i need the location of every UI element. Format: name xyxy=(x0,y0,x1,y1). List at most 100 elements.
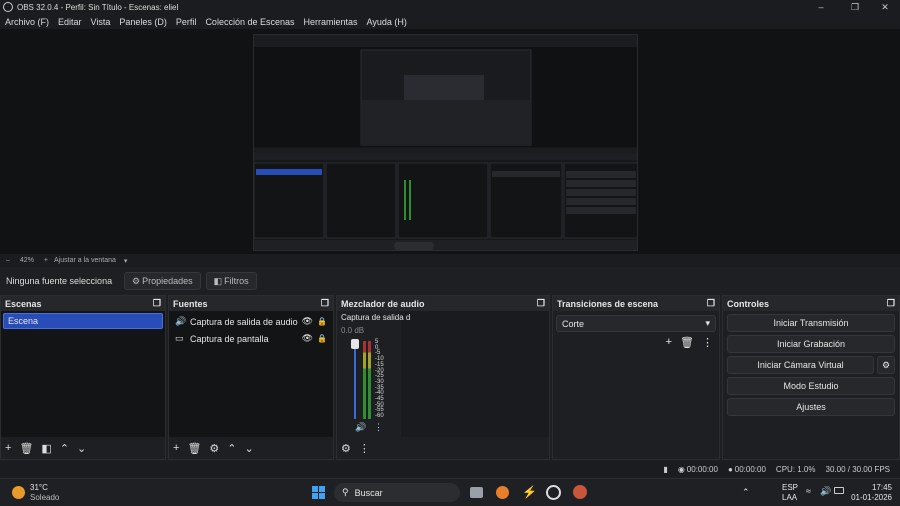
weather-desc: Soleado xyxy=(30,493,60,502)
lightning-icon[interactable]: ⚡ xyxy=(522,485,537,499)
blender-icon[interactable] xyxy=(496,486,509,499)
menu-vista[interactable]: Vista xyxy=(91,17,111,27)
source-row[interactable]: 🔊 Captura de salida de audio 👁 🔒 xyxy=(169,313,333,330)
undock-icon[interactable]: ❐ xyxy=(707,298,715,309)
properties-button[interactable]: ⚙ Propiedades xyxy=(124,272,201,290)
start-record-button[interactable]: Iniciar Grabación xyxy=(727,335,895,353)
menu-editar[interactable]: Editar xyxy=(58,17,82,27)
chevron-up-icon[interactable]: ⌃ xyxy=(227,442,236,455)
mixer-header: Mezclador de audio ❐ xyxy=(337,296,549,311)
language-bottom[interactable]: LAA xyxy=(782,493,797,502)
preview-canvas[interactable] xyxy=(253,34,638,251)
more-vert-icon[interactable]: ⋮ xyxy=(374,422,383,433)
speaker-icon[interactable]: 🔊 xyxy=(355,422,366,433)
speaker-icon: 🔊 xyxy=(175,316,187,326)
minimize-icon[interactable]: – xyxy=(806,0,836,14)
controls-header: Controles ❐ xyxy=(723,296,899,311)
gear-icon[interactable]: ⚙ xyxy=(341,442,351,455)
properties-label: Propiedades xyxy=(142,276,193,286)
nested-screen-capture xyxy=(254,35,637,250)
scene-item[interactable]: Escena xyxy=(3,313,163,329)
no-source-label: Ninguna fuente selecciona xyxy=(6,276,113,286)
search-box[interactable]: ⚲ Buscar xyxy=(334,483,460,502)
channel-db: 0.0 dB xyxy=(341,326,365,335)
language-top[interactable]: ESP xyxy=(782,483,798,492)
sources-footer: + 🗑 ⚙ ⌃ ⌄ xyxy=(169,437,333,459)
source-label: Captura de pantalla xyxy=(190,333,269,344)
meter-bar-right xyxy=(368,341,371,419)
undock-icon[interactable]: ❐ xyxy=(537,298,545,309)
virtual-cam-settings-icon[interactable]: ⚙ xyxy=(877,356,895,374)
more-vert-icon[interactable]: ⋮ xyxy=(702,336,713,349)
clock-date[interactable]: 01-01-2026 xyxy=(848,493,892,502)
menu-ayuda[interactable]: Ayuda (H) xyxy=(367,17,407,27)
weather-icon[interactable] xyxy=(12,486,25,499)
sources-list: 🔊 Captura de salida de audio 👁 🔒 ▭ Captu… xyxy=(169,311,333,437)
undock-icon[interactable]: ❐ xyxy=(153,298,161,309)
lock-icon[interactable]: 🔒 xyxy=(317,317,327,326)
eye-icon[interactable]: 👁 xyxy=(302,316,313,327)
eye-icon[interactable]: 👁 xyxy=(302,333,313,344)
chevron-up-icon[interactable]: ⌃ xyxy=(60,442,69,455)
trash-icon[interactable]: 🗑 xyxy=(187,442,201,455)
volume-slider-track[interactable] xyxy=(354,341,356,419)
menu-paneles[interactable]: Paneles (D) xyxy=(119,17,167,27)
undock-icon[interactable]: ❐ xyxy=(321,298,329,309)
scenes-header: Escenas ❐ xyxy=(1,296,165,311)
stream-icon: ◉ xyxy=(677,464,685,474)
scenes-title: Escenas xyxy=(5,298,42,309)
close-icon[interactable]: ✕ xyxy=(870,0,900,14)
undock-icon[interactable]: ❐ xyxy=(887,298,895,309)
obs-taskbar-icon[interactable] xyxy=(546,485,561,500)
transition-select[interactable]: Corte ▾ xyxy=(556,315,716,332)
mixer-footer: ⚙ ⋮ xyxy=(337,437,549,459)
volume-icon[interactable]: 🔊 xyxy=(820,486,831,497)
zoom-out-icon[interactable]: – xyxy=(6,257,10,264)
zoom-in-icon[interactable]: + xyxy=(44,257,48,264)
zoom-value: 42% xyxy=(19,257,34,264)
lock-icon[interactable]: 🔒 xyxy=(317,334,327,343)
mixer-channel: Captura de salida d 0.0 dB 5 0 -5 -10 -15 -20… xyxy=(337,311,410,437)
signal-icon: ▮ xyxy=(663,464,668,474)
chevron-down-icon[interactable]: ⌄ xyxy=(77,442,86,455)
audio-mixer-dock: Mezclador de audio ❐ Captura de salida d… xyxy=(336,295,550,460)
add-icon[interactable]: + xyxy=(173,442,179,454)
trash-icon[interactable]: 🗑 xyxy=(19,442,33,455)
source-label: Captura de salida de audio xyxy=(190,316,298,327)
controls-body: Iniciar Transmisión Iniciar Grabación In… xyxy=(723,311,899,459)
filter-icon[interactable]: ◧ xyxy=(41,442,51,455)
add-icon[interactable]: + xyxy=(5,442,11,454)
status-bar: ▮ ◉ 00:00:00 ● 00:00:00 CPU: 1.0% 30.00 … xyxy=(0,461,900,477)
start-stream-button[interactable]: Iniciar Transmisión xyxy=(727,314,895,332)
add-icon[interactable]: + xyxy=(666,336,672,349)
menu-herramientas[interactable]: Herramientas xyxy=(304,17,358,27)
chevron-up-icon[interactable]: ⌃ xyxy=(742,487,750,498)
menu-perfil[interactable]: Perfil xyxy=(176,17,197,27)
window-title: OBS 32.0.4 - Perfil: Sin Título - Escena… xyxy=(17,2,179,12)
settings-button[interactable]: Ajustes xyxy=(727,398,895,416)
scenes-footer: + 🗑 ◧ ⌃ ⌄ xyxy=(1,437,165,459)
volume-slider-handle[interactable] xyxy=(351,339,359,349)
task-view-icon[interactable] xyxy=(470,487,483,498)
gear-icon[interactable]: ⚙ xyxy=(209,442,219,455)
menu-coleccion-escenas[interactable]: Colección de Escenas xyxy=(205,17,294,27)
transition-actions: + 🗑 ⋮ xyxy=(666,336,713,349)
source-row[interactable]: ▭ Captura de pantalla 👁 🔒 xyxy=(169,330,333,347)
maximize-icon[interactable]: ❐ xyxy=(840,0,870,14)
more-vert-icon[interactable]: ⋮ xyxy=(359,442,370,455)
studio-mode-button[interactable]: Modo Estudio xyxy=(727,377,895,395)
filters-button[interactable]: ◧ Filtros xyxy=(205,272,257,290)
transitions-body: Corte ▾ + 🗑 ⋮ xyxy=(553,311,719,459)
windows-start-icon[interactable] xyxy=(312,486,325,499)
wifi-icon[interactable]: ≈ xyxy=(806,486,811,496)
avatar-icon[interactable] xyxy=(573,485,587,499)
fit-window-label[interactable]: Ajustar a la ventana xyxy=(54,257,116,264)
clock-time[interactable]: 17:45 xyxy=(852,483,892,492)
transitions-title: Transiciones de escena xyxy=(557,298,659,309)
chevron-down-icon[interactable]: ⌄ xyxy=(245,442,254,455)
chevron-down-icon[interactable]: ▾ xyxy=(124,257,128,265)
trash-icon[interactable]: 🗑 xyxy=(680,336,694,349)
virtual-cam-button[interactable]: Iniciar Cámara Virtual xyxy=(727,356,874,374)
battery-icon[interactable] xyxy=(834,487,844,494)
menu-archivo[interactable]: Archivo (F) xyxy=(5,17,49,27)
